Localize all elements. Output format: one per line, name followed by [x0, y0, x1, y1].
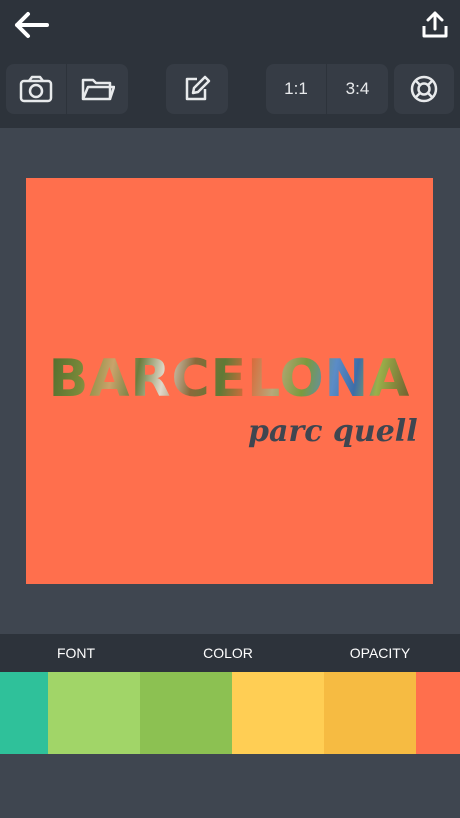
edit-pencil-icon [185, 75, 211, 101]
canvas-title[interactable]: BARCELONA [26, 344, 433, 414]
color-swatch[interactable] [232, 672, 324, 754]
toolbar: 1:1 3:4 [0, 50, 460, 128]
bottom-area [0, 754, 460, 818]
color-swatch[interactable] [140, 672, 232, 754]
media-group [6, 64, 128, 114]
folder-icon [81, 78, 115, 101]
ratio-group: 1:1 3:4 [266, 64, 388, 114]
camera-button[interactable] [6, 64, 66, 114]
tab-font[interactable]: FONT [40, 634, 112, 672]
color-palette [0, 672, 460, 754]
ratio-3-4-button[interactable]: 3:4 [327, 64, 388, 114]
style-tabs: FONT COLOR OPACITY [0, 634, 460, 672]
design-canvas[interactable]: BARCELONA parc quell [26, 178, 433, 584]
camera-icon [19, 75, 53, 103]
share-button[interactable] [414, 4, 456, 46]
color-swatch[interactable] [324, 672, 416, 754]
back-button[interactable] [8, 4, 54, 46]
help-button[interactable] [394, 64, 454, 114]
open-folder-button[interactable] [67, 64, 128, 114]
lifebuoy-icon [410, 75, 438, 103]
canvas-subtitle[interactable]: parc quell [248, 414, 418, 449]
color-swatch[interactable] [0, 672, 48, 754]
ratio-1-1-button[interactable]: 1:1 [266, 64, 326, 114]
workspace: BARCELONA parc quell [0, 128, 460, 634]
tab-opacity[interactable]: OPACITY [340, 634, 420, 672]
color-swatch[interactable] [48, 672, 140, 754]
help-group [394, 64, 454, 114]
top-bar [0, 0, 460, 50]
arrow-left-icon [15, 12, 49, 38]
edit-group [166, 64, 228, 114]
color-swatch[interactable] [416, 672, 460, 754]
title-text: BARCELONA [48, 349, 411, 409]
tab-color[interactable]: COLOR [190, 634, 266, 672]
edit-text-button[interactable] [166, 64, 228, 114]
share-upload-icon [422, 11, 448, 38]
